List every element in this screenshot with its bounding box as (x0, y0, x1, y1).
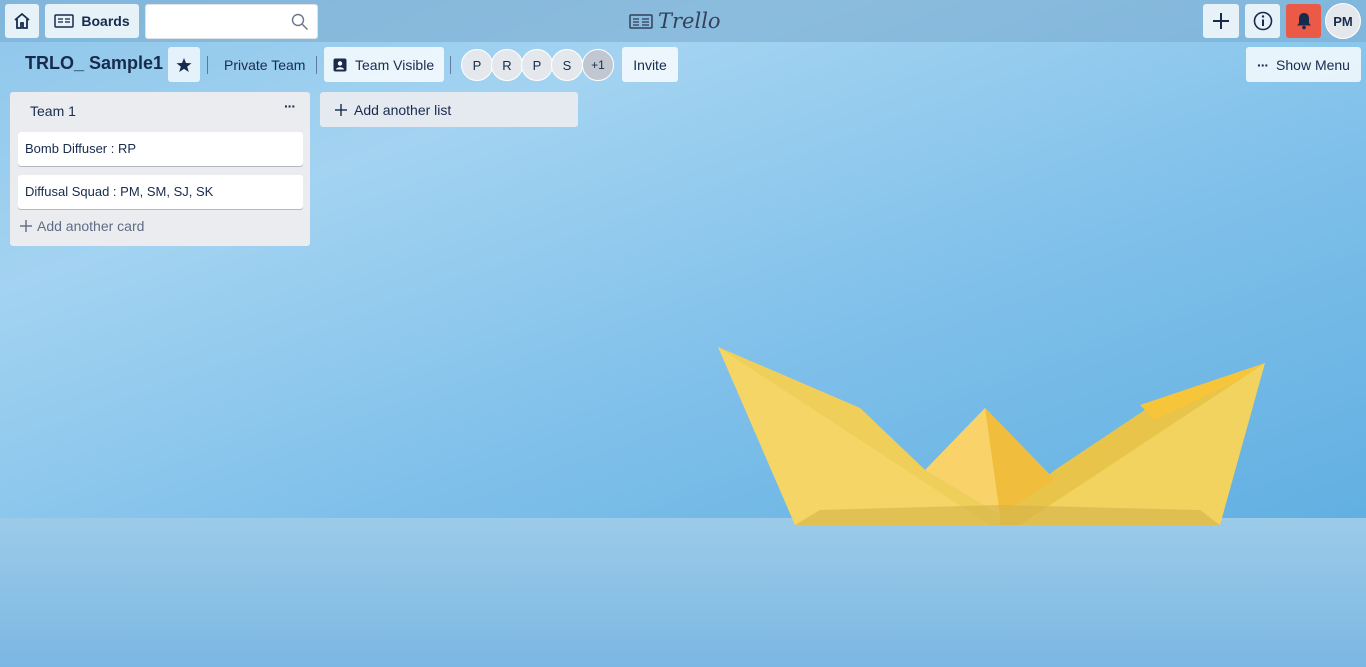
divider (207, 56, 208, 74)
background-water (0, 518, 1366, 667)
add-card-button[interactable]: Add another card (20, 218, 144, 234)
team-visible-icon (333, 58, 347, 71)
home-button[interactable] (5, 4, 39, 38)
member-avatar[interactable]: P (521, 49, 553, 81)
show-menu-label: Show Menu (1276, 56, 1350, 73)
info-icon (1253, 11, 1272, 31)
board-title[interactable]: TRLO_ Sample1 (25, 53, 163, 74)
list-title[interactable]: Team 1 (30, 103, 76, 119)
user-avatar[interactable]: PM (1325, 3, 1361, 39)
member-avatar[interactable]: R (491, 49, 523, 81)
paper-boat-image (718, 347, 1265, 525)
plus-icon (335, 103, 347, 116)
create-button[interactable] (1203, 4, 1239, 38)
search-icon[interactable] (291, 13, 309, 31)
add-card-label: Add another card (37, 218, 145, 234)
more-members-badge[interactable]: +1 (582, 49, 614, 81)
search-input[interactable] (152, 5, 292, 38)
add-list-button[interactable]: Add another list (320, 92, 578, 127)
show-menu-button[interactable]: ··· Show Menu (1246, 47, 1361, 82)
notifications-button[interactable] (1286, 4, 1321, 38)
divider (450, 56, 451, 74)
logo-text: Trello (658, 9, 721, 33)
visibility-label: Team Visible (355, 56, 435, 73)
list-team-1[interactable]: Team 1 ··· Bomb Diffuser : RP Diffusal S… (10, 92, 310, 246)
search-box[interactable] (145, 4, 318, 39)
top-bar: Boards Trello PM (0, 0, 1366, 42)
boards-button[interactable]: Boards (45, 4, 139, 38)
card[interactable]: Diffusal Squad : PM, SM, SJ, SK (18, 175, 303, 209)
more-dots-icon: ··· (1257, 56, 1269, 73)
boards-label: Boards (81, 13, 130, 29)
visibility-button[interactable]: Team Visible (324, 47, 444, 82)
add-list-label: Add another list (354, 101, 452, 118)
list-menu-icon[interactable]: ··· (284, 98, 296, 114)
bell-icon (1296, 13, 1311, 30)
boards-icon (54, 14, 75, 28)
star-icon (176, 57, 192, 72)
info-button[interactable] (1245, 4, 1280, 38)
member-avatar[interactable]: S (551, 49, 583, 81)
trello-logo-icon (629, 13, 653, 29)
plus-icon (1213, 13, 1229, 29)
card[interactable]: Bomb Diffuser : RP (18, 132, 303, 166)
divider (316, 56, 317, 74)
trello-logo[interactable]: Trello (629, 7, 721, 35)
team-name-button[interactable]: Private Team (224, 57, 305, 73)
member-avatar[interactable]: P (461, 49, 493, 81)
home-icon (14, 12, 30, 29)
star-button[interactable] (168, 47, 200, 82)
invite-button[interactable]: Invite (622, 47, 678, 82)
plus-icon (20, 220, 32, 232)
